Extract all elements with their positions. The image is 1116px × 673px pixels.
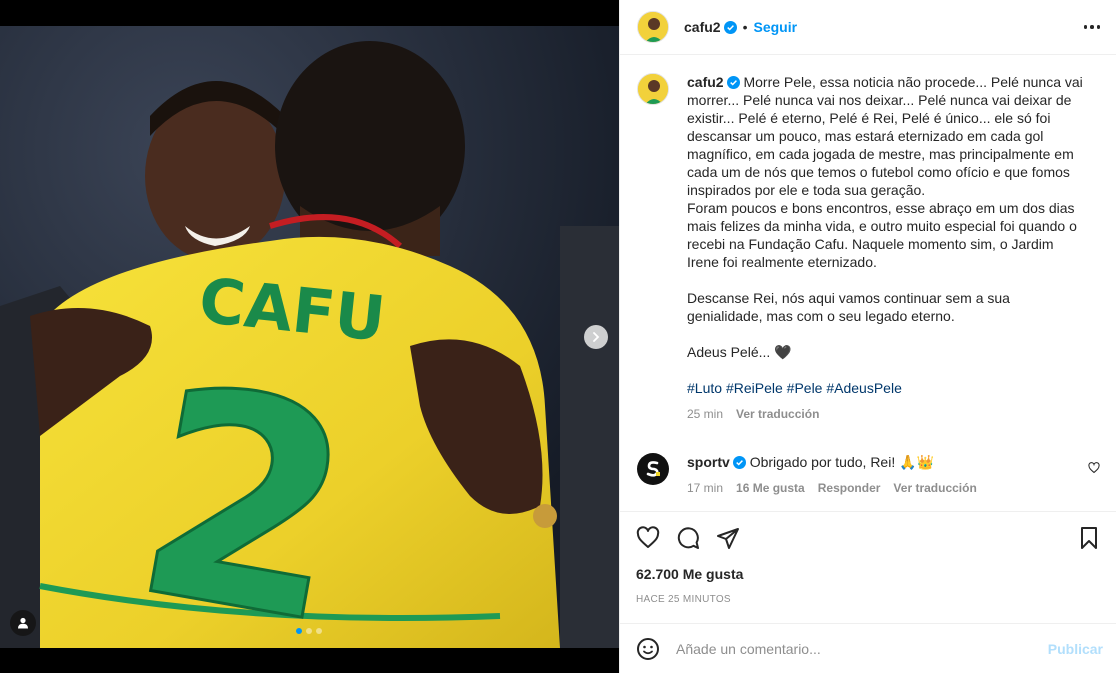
comment-icon[interactable] — [676, 526, 700, 550]
comment-text: Obrigado por tudo, Rei! 🙏👑 — [749, 454, 934, 470]
share-icon[interactable] — [716, 526, 740, 550]
hashtag-link[interactable]: #AdeusPele — [826, 380, 902, 396]
publish-button[interactable]: Publicar — [1048, 641, 1103, 657]
avatar[interactable] — [637, 453, 669, 485]
chevron-right-icon — [591, 332, 601, 342]
post-caption: cafu2 Morre Pele, essa noticia não proce… — [637, 73, 1101, 423]
bookmark-icon[interactable] — [1077, 526, 1101, 550]
verified-icon — [726, 76, 740, 89]
separator: • — [742, 19, 748, 35]
post-header: cafu2 • Seguir — [620, 0, 1116, 55]
carousel-dot — [296, 628, 302, 634]
hashtag-link[interactable]: #ReiPele — [726, 380, 783, 396]
comment-item: sportv Obrigado por tudo, Rei! 🙏👑 17 min… — [637, 453, 1101, 497]
translate-button[interactable]: Ver traducción — [736, 405, 819, 423]
more-icon — [1083, 25, 1087, 29]
comment-username[interactable]: sportv — [687, 454, 730, 470]
comment-body: sportv Obrigado por tudo, Rei! 🙏👑 17 min… — [687, 453, 977, 497]
comment-input[interactable] — [676, 640, 1048, 657]
post-actions: 62.700 Me gusta HACE 25 MINUTOS — [620, 511, 1116, 605]
post-photo[interactable]: CAFU 2 — [0, 26, 619, 648]
tagged-users-button[interactable] — [10, 610, 36, 636]
carousel-indicator — [296, 628, 322, 634]
translate-button[interactable]: Ver traducción — [893, 479, 976, 497]
carousel-dot — [306, 628, 312, 634]
action-icons — [636, 526, 1101, 550]
likes-count[interactable]: 62.700 Me gusta — [636, 566, 1101, 582]
follow-button[interactable]: Seguir — [753, 19, 797, 35]
user-tag-icon — [17, 617, 29, 629]
heart-icon[interactable] — [1088, 461, 1100, 479]
comment-composer: Publicar — [620, 623, 1116, 673]
verified-icon — [732, 456, 746, 469]
post-timestamp: HACE 25 MINUTOS — [636, 594, 731, 605]
reply-button[interactable]: Responder — [818, 479, 881, 497]
comment-meta: 17 min 16 Me gusta Responder Ver traducc… — [687, 479, 977, 497]
avatar[interactable] — [637, 11, 669, 43]
comment-time: 17 min — [687, 481, 724, 495]
post-sidebar: cafu2 • Seguir cafu2 Morre Pele, essa no… — [619, 0, 1116, 673]
caption-time: 25 min — [687, 407, 724, 421]
caption-body: cafu2 Morre Pele, essa noticia não proce… — [687, 73, 1087, 423]
heart-icon[interactable] — [636, 526, 660, 550]
next-photo-button[interactable] — [584, 325, 608, 349]
caption-meta: 25 min Ver traducción — [687, 405, 1087, 423]
avatar[interactable] — [637, 73, 669, 105]
emoji-icon[interactable] — [636, 637, 660, 661]
carousel-dot — [316, 628, 322, 634]
hashtag-link[interactable]: #Pele — [787, 380, 823, 396]
verified-icon — [723, 20, 737, 34]
post-media: CAFU 2 — [0, 0, 619, 673]
comments-section: cafu2 Morre Pele, essa noticia não proce… — [620, 56, 1116, 511]
caption-text-block: cafu2 Morre Pele, essa noticia não proce… — [687, 73, 1087, 361]
more-options-button[interactable] — [1083, 25, 1100, 29]
comment-likes[interactable]: 16 Me gusta — [736, 479, 805, 497]
post-username[interactable]: cafu2 — [684, 19, 721, 35]
caption-username[interactable]: cafu2 — [687, 74, 724, 90]
hashtags: #Luto #ReiPele #Pele #AdeusPele — [687, 379, 1087, 397]
hashtag-link[interactable]: #Luto — [687, 380, 722, 396]
caption-text: Morre Pele, essa noticia não procede... … — [687, 74, 1083, 360]
